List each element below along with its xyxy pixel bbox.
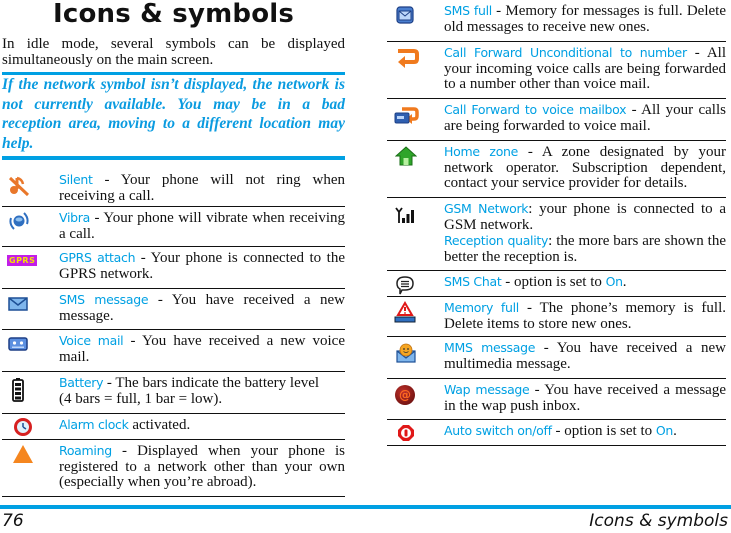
right-column: SMS full - Memory for messages is full. … (387, 0, 726, 446)
setting-value: On (655, 423, 674, 438)
signal-icon (395, 206, 417, 224)
icon-list-right: SMS full - Memory for messages is full. … (387, 0, 726, 446)
mms-icon (395, 342, 417, 364)
list-item: @ Wap message - You have received a mess… (387, 379, 726, 420)
alarm-clock-icon (12, 417, 34, 437)
item-name: Memory full (444, 300, 519, 315)
item-name: Call Forward Unconditional to number (444, 45, 687, 60)
sms-chat-icon (395, 275, 415, 295)
item-name: Voice mail (59, 333, 124, 348)
list-item: GSM Network: your phone is connected to … (387, 198, 726, 271)
auto-switch-icon (397, 424, 415, 442)
home-zone-icon (395, 146, 417, 166)
item-name: Alarm clock (59, 417, 129, 432)
voice-mail-icon (8, 337, 28, 351)
item-name: Home zone (444, 144, 519, 159)
list-item: MMS message - You have received a new mu… (387, 337, 726, 379)
list-item: SMS message - You have received a new me… (2, 289, 345, 330)
vibra-icon (8, 210, 30, 232)
roaming-icon (12, 444, 34, 464)
list-item: SMS Chat - option is set to On. (387, 271, 726, 297)
sms-full-icon (396, 6, 414, 24)
item-name-secondary: Reception quality (444, 233, 549, 248)
network-note: If the network symbol isn’t displayed, t… (2, 72, 345, 160)
item-description: - option is set to (501, 274, 606, 290)
item-name: Battery (59, 375, 104, 390)
silent-icon (8, 175, 30, 197)
item-name: Roaming (59, 443, 112, 458)
item-name: SMS message (59, 292, 149, 307)
setting-value: On (605, 274, 623, 289)
call-forward-voicemail-icon (394, 106, 420, 126)
list-item: Silent - Your phone will not ring when r… (2, 160, 345, 207)
page-title: Icons & symbols (52, 0, 295, 29)
item-description: - The bars indicate the battery level (103, 375, 320, 391)
item-name: Vibra (59, 210, 90, 225)
gprs-icon: GPRS (7, 255, 38, 266)
item-name: Call Forward to voice mailbox (444, 102, 627, 117)
list-item: Alarm clock activated. (2, 414, 345, 440)
punctuation: . (622, 274, 627, 290)
list-item: GPRS GPRS attach - Your phone is connect… (2, 247, 345, 289)
item-description-line2: (4 bars = full, 1 bar = low). (59, 390, 223, 407)
wap-message-icon: @ (395, 385, 415, 405)
list-item: Call Forward to voice mailbox - All your… (387, 99, 726, 141)
item-description: - Your phone will vibrate when receiving… (59, 210, 345, 242)
punctuation: . (673, 423, 677, 439)
list-item: SMS full - Memory for messages is full. … (387, 0, 726, 42)
left-column: Icons & symbols In idle mode, several sy… (2, 0, 345, 497)
intro-paragraph: In idle mode, several symbols can be dis… (2, 36, 345, 68)
item-name: Silent (59, 172, 93, 187)
item-description: - Your phone will not ring when receivin… (59, 172, 345, 204)
icon-list-left: Silent - Your phone will not ring when r… (2, 160, 345, 497)
list-item: Voice mail - You have received a new voi… (2, 330, 345, 372)
item-name: Auto switch on/off (444, 423, 552, 438)
item-name: Wap message (444, 382, 530, 397)
list-item: Call Forward Unconditional to number - A… (387, 42, 726, 99)
item-name: GPRS attach (59, 250, 136, 265)
list-item: Memory full - The phone’s memory is full… (387, 297, 726, 337)
list-item: Vibra - Your phone will vibrate when rec… (2, 207, 345, 247)
item-name: SMS full (444, 3, 492, 18)
list-item: Battery - The bars indicate the battery … (2, 372, 345, 414)
running-title: Icons & symbols (589, 511, 728, 531)
footer-rule (0, 505, 731, 509)
item-description: - option is set to (551, 423, 656, 439)
sms-envelope-icon (8, 297, 28, 311)
item-name: GSM Network (444, 201, 529, 216)
item-description: activated. (128, 417, 191, 433)
page-number: 76 (2, 511, 24, 531)
item-name: SMS Chat (444, 274, 502, 289)
memory-full-icon (394, 301, 416, 323)
item-name: MMS message (444, 340, 536, 355)
battery-icon (12, 378, 24, 402)
list-item: Auto switch on/off - option is set to On… (387, 420, 726, 446)
list-item: Roaming - Displayed when your phone is r… (2, 440, 345, 497)
list-item: Home zone - A zone designated by your ne… (387, 141, 726, 198)
call-forward-number-icon (394, 48, 420, 70)
